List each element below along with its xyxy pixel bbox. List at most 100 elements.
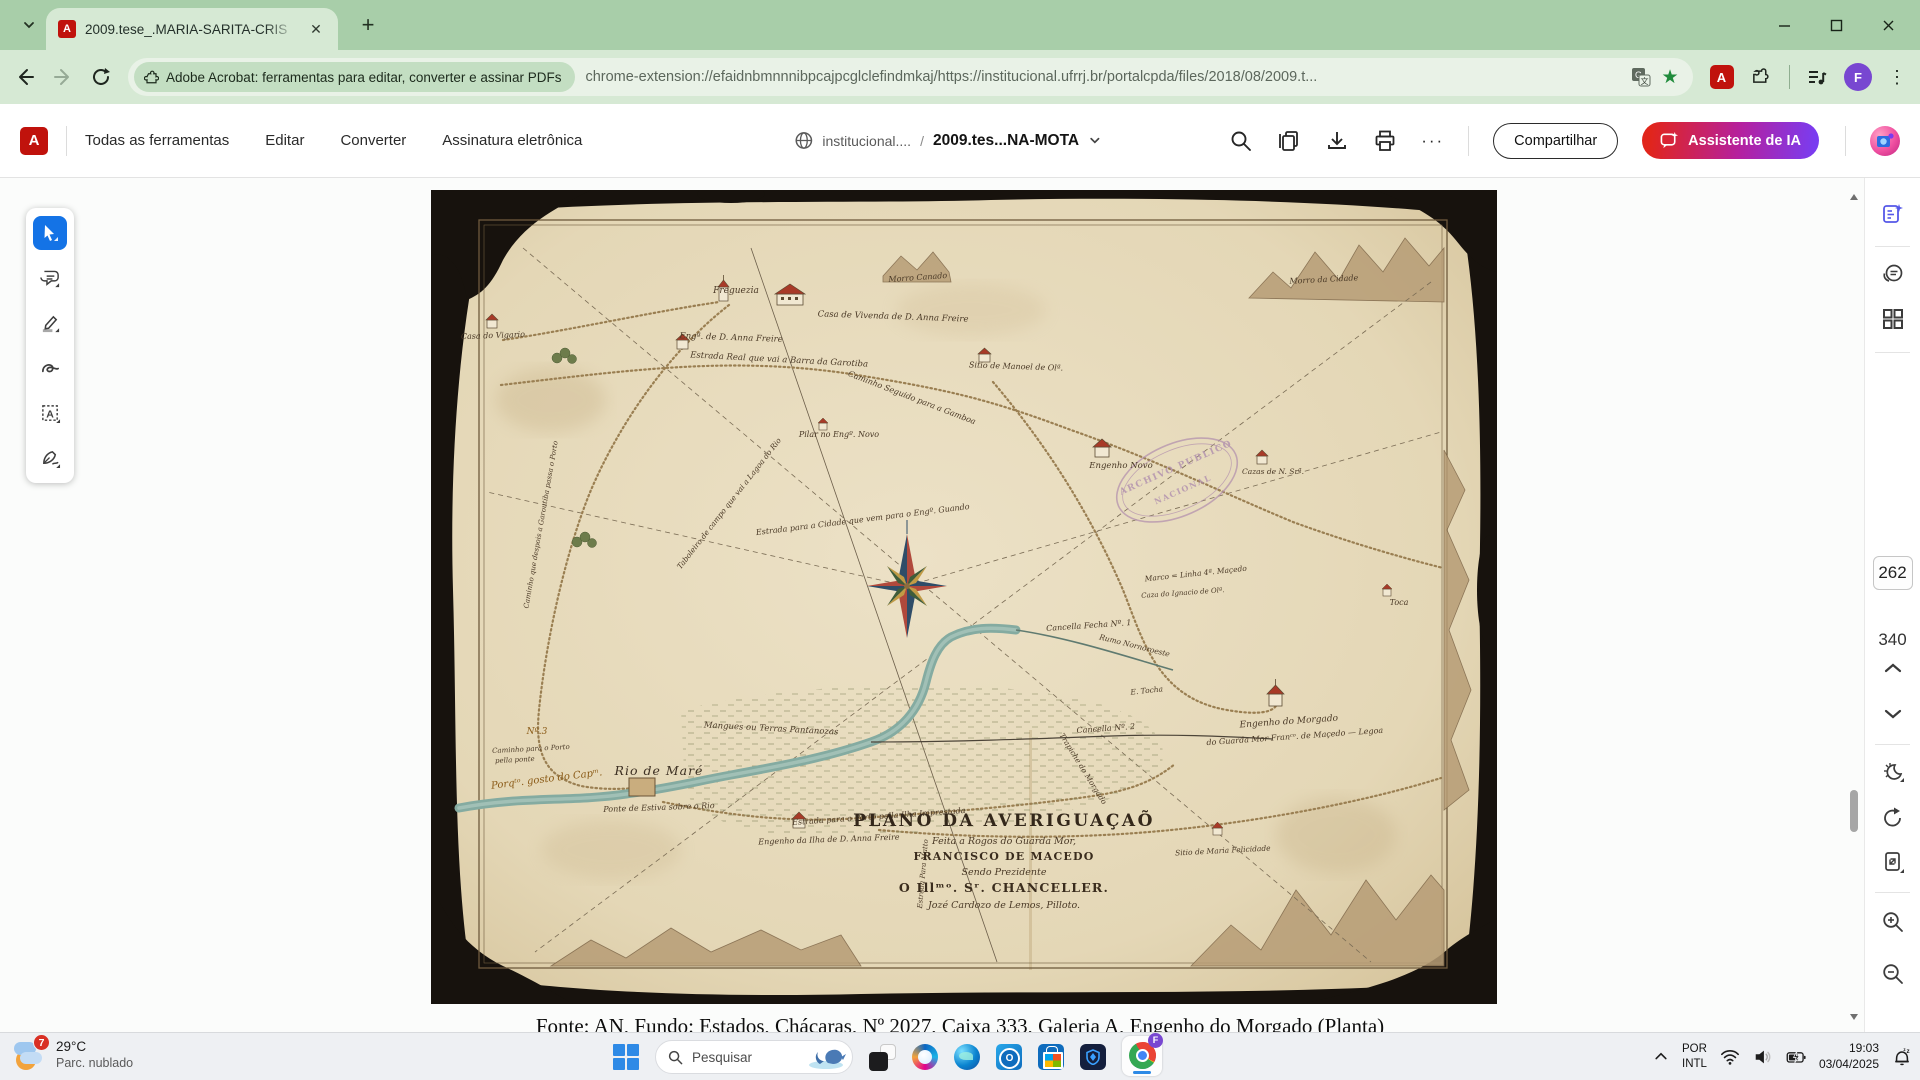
menu-convert[interactable]: Converter	[340, 132, 406, 149]
breadcrumb-document[interactable]: 2009.tes...NA-MOTA	[933, 132, 1079, 150]
chrome-taskbar-icon[interactable]: F	[1122, 1036, 1162, 1076]
start-button[interactable]	[612, 1044, 639, 1071]
menu-edit[interactable]: Editar	[265, 132, 304, 149]
address-bar[interactable]: Adobe Acrobat: ferramentas para editar, …	[128, 58, 1693, 96]
browser-profile-avatar[interactable]: F	[1844, 63, 1872, 91]
extension-badge-label: Adobe Acrobat: ferramentas para editar, …	[166, 70, 561, 85]
microsoft-store-icon[interactable]	[1038, 1044, 1064, 1070]
acrobat-profile-avatar[interactable]	[1870, 126, 1900, 156]
taskbar-weather-widget[interactable]: 7 29°C Parc. nublado	[14, 1038, 133, 1072]
pdf-scrollbar[interactable]	[1847, 192, 1861, 1022]
edge-icon[interactable]	[954, 1044, 980, 1070]
tab-search-button[interactable]	[14, 11, 44, 39]
extension-badge[interactable]: Adobe Acrobat: ferramentas para editar, …	[134, 62, 575, 92]
theme-toggle-icon[interactable]	[1881, 760, 1905, 784]
comments-panel-icon[interactable]	[1881, 262, 1905, 286]
document-breadcrumb[interactable]: institucional.... / 2009.tes...NA-MOTA	[794, 131, 1101, 150]
notifications-bell-icon[interactable]: zz	[1892, 1047, 1912, 1067]
map-label: Cazas de N. Srª.	[1242, 467, 1304, 476]
fit-page-icon[interactable]	[1881, 850, 1905, 874]
chevron-down-icon[interactable]	[1088, 134, 1101, 147]
scrollbar-thumb[interactable]	[1850, 790, 1858, 832]
tray-chevron-icon[interactable]	[1653, 1047, 1669, 1067]
language-indicator[interactable]: POR INTL	[1682, 1042, 1707, 1072]
pdf-viewer-area: A	[0, 178, 1864, 1032]
new-tab-button[interactable]: +	[355, 12, 381, 38]
scroll-up-icon[interactable]	[1849, 192, 1859, 202]
close-window-button[interactable]	[1862, 6, 1914, 44]
share-button[interactable]: Compartilhar	[1493, 123, 1618, 159]
zoom-in-icon[interactable]	[1881, 910, 1905, 934]
url-text: chrome-extension://efaidnbmnnnibpcajpcgl…	[585, 69, 1621, 85]
more-options-icon[interactable]: ···	[1421, 131, 1444, 151]
divider	[1468, 126, 1469, 156]
page-thumbnails-icon[interactable]	[1277, 129, 1301, 153]
map-label: Pilar no Engº. Novo	[798, 430, 879, 439]
back-icon[interactable]	[14, 66, 36, 88]
avatar-graphic	[1876, 133, 1894, 149]
previous-page-icon[interactable]	[1884, 662, 1902, 674]
bookmark-star-icon[interactable]: ★	[1661, 68, 1684, 87]
translate-icon[interactable]: G文	[1631, 67, 1651, 87]
browser-toolbar: Adobe Acrobat: ferramentas para editar, …	[0, 50, 1920, 104]
minimize-button[interactable]	[1758, 6, 1810, 44]
ai-assistant-panel-icon[interactable]	[1881, 202, 1905, 226]
map-image: Morro CanadoMorro da CidadeFregueziaCasa…	[431, 190, 1497, 1004]
highlight-tool[interactable]	[33, 306, 67, 340]
select-tool[interactable]	[33, 216, 67, 250]
ai-assistant-label: Assistente de IA	[1688, 133, 1801, 149]
divider	[66, 126, 67, 156]
outlook-icon[interactable]	[996, 1044, 1022, 1070]
acrobat-menu: Todas as ferramentas Editar Converter As…	[85, 132, 582, 149]
divider	[1845, 126, 1846, 156]
map-label: Freguezia	[712, 286, 759, 296]
breadcrumb-site[interactable]: institucional....	[822, 133, 911, 149]
total-pages: 340	[1878, 630, 1906, 650]
ai-chat-icon	[1660, 131, 1679, 150]
task-view-button[interactable]	[869, 1044, 896, 1071]
print-icon[interactable]	[1373, 129, 1397, 153]
bing-daily-image-icon	[806, 1044, 846, 1070]
maximize-button[interactable]	[1810, 6, 1862, 44]
thumbnails-grid-icon[interactable]	[1882, 308, 1904, 330]
adobe-extension-icon[interactable]: A	[1710, 65, 1734, 89]
taskbar-search[interactable]: Pesquisar	[655, 1040, 853, 1074]
battery-icon[interactable]	[1786, 1047, 1806, 1067]
notification-badge: 7	[33, 1034, 50, 1051]
zoom-out-icon[interactable]	[1881, 962, 1905, 986]
map-label: Nº.3	[526, 727, 548, 737]
divider	[1875, 744, 1910, 745]
download-icon[interactable]	[1325, 129, 1349, 153]
fill-sign-tool[interactable]	[33, 441, 67, 475]
menu-esign[interactable]: Assinatura eletrônica	[442, 132, 582, 149]
clock[interactable]: 19:03 03/04/2025	[1819, 1041, 1879, 1072]
acrobat-logo[interactable]: A	[20, 127, 48, 155]
map-label: Engenho Novo	[1088, 461, 1152, 471]
reload-icon[interactable]	[90, 66, 112, 88]
comment-tool[interactable]	[33, 261, 67, 295]
extensions-icon[interactable]	[1751, 66, 1773, 88]
media-controls-icon[interactable]	[1806, 66, 1828, 88]
divider	[1875, 246, 1910, 247]
add-text-tool[interactable]: A	[33, 396, 67, 430]
security-app-icon[interactable]	[1080, 1044, 1106, 1070]
search-icon[interactable]	[1229, 129, 1253, 153]
browser-menu-icon[interactable]: ⋮	[1888, 67, 1906, 88]
menu-all-tools[interactable]: Todas as ferramentas	[85, 132, 229, 149]
next-page-icon[interactable]	[1884, 708, 1902, 720]
pdf-page[interactable]: Morro CanadoMorro da CidadeFregueziaCasa…	[431, 190, 1497, 1004]
ai-assistant-button[interactable]: Assistente de IA	[1642, 122, 1819, 159]
scroll-down-icon[interactable]	[1849, 1012, 1859, 1022]
tab-close-icon[interactable]: ✕	[306, 19, 326, 39]
draw-tool[interactable]	[33, 351, 67, 385]
browser-tab[interactable]: A 2009.tese_.MARIA-SARITA-CRIS ✕	[46, 8, 338, 50]
volume-icon[interactable]	[1753, 1047, 1773, 1067]
copilot-icon[interactable]	[912, 1044, 938, 1070]
pdf-favicon: A	[58, 20, 76, 38]
breadcrumb-separator: /	[920, 133, 924, 149]
forward-icon[interactable]	[52, 66, 74, 88]
tray-time: 19:03	[1819, 1041, 1879, 1057]
rotate-page-icon[interactable]	[1881, 806, 1905, 830]
wifi-icon[interactable]	[1720, 1047, 1740, 1067]
current-page-box[interactable]: 262	[1873, 556, 1913, 590]
